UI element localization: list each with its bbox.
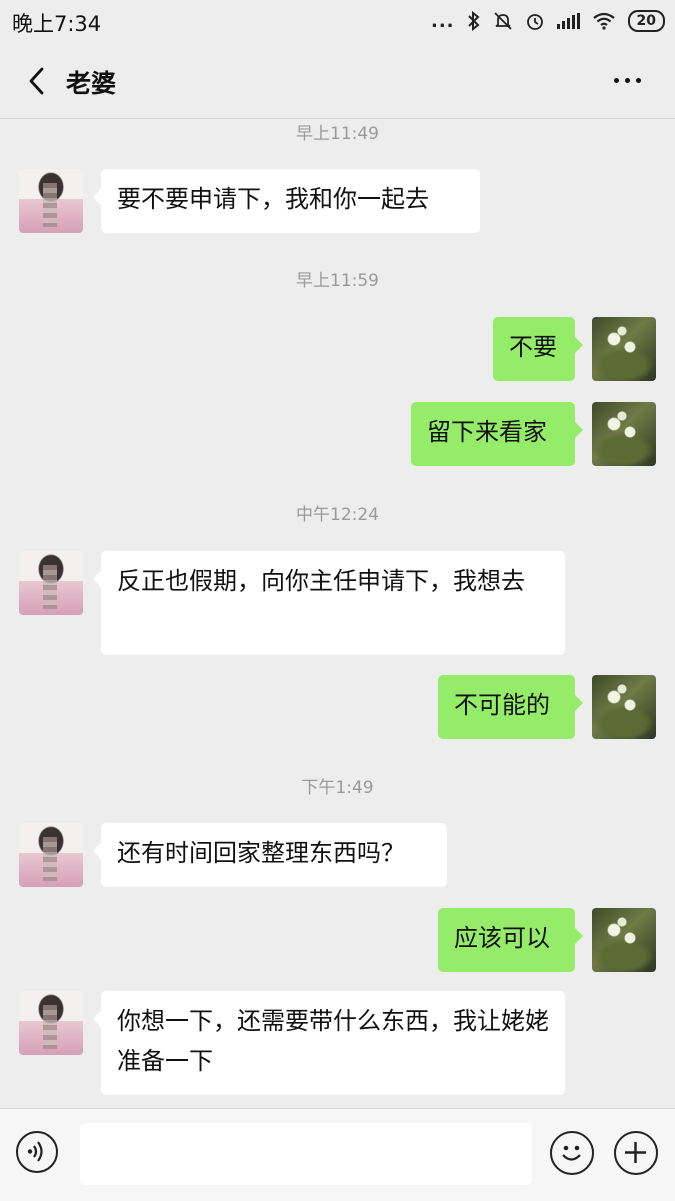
voice-icon[interactable] [16,1131,58,1173]
signal-dots: ... [431,10,455,32]
plus-icon[interactable] [614,1131,658,1175]
emoji-icon[interactable] [550,1131,594,1175]
chat-title: 老婆 [66,69,117,98]
message-input[interactable] [80,1123,532,1185]
signal-icon [556,13,580,29]
timestamp: 中午12:24 [296,505,379,525]
message-bubble[interactable]: 要不要申请下，我和你一起去 [93,169,480,233]
message-bubble[interactable]: 不要 [493,317,583,381]
status-time: 晚上7:34 [12,12,102,36]
chevron-left-icon[interactable] [22,64,56,98]
alarm-icon [526,14,543,30]
message-bubble[interactable]: 你想一下，还需要带什么东西，我让姥姥准备一下 [93,991,565,1095]
chat-messages[interactable]: 早上11:49 要不要申请下，我和你一起去 早上11:59 不要 留下来看家 中… [0,119,675,1108]
status-bar: 晚上7:34 ... 20 [0,0,675,44]
avatar[interactable] [19,991,83,1055]
message-bubble[interactable]: 不可能的 [438,675,583,739]
avatar[interactable] [19,823,83,887]
avatar[interactable] [592,675,656,739]
message-bubble[interactable]: 还有时间回家整理东西吗？ [93,823,447,887]
message-bubble[interactable]: 应该可以 [438,908,583,972]
more-dots-icon[interactable] [607,70,647,90]
avatar[interactable] [592,908,656,972]
status-icons: ... 20 [431,8,665,34]
timestamp: 下午1:49 [301,778,374,798]
avatar[interactable] [19,551,83,615]
message-bubble[interactable]: 留下来看家 [411,402,583,466]
avatar[interactable] [592,317,656,381]
timestamp: 早上11:59 [296,271,379,291]
battery-icon: 20 [627,10,665,32]
bluetooth-icon [467,11,480,31]
mute-icon [493,12,512,30]
input-bar [0,1108,675,1201]
wifi-icon [592,12,615,30]
timestamp: 早上11:49 [296,124,379,144]
avatar[interactable] [19,169,83,233]
avatar[interactable] [592,402,656,466]
chat-header: 老婆 [0,44,675,119]
message-bubble[interactable]: 反正也假期，向你主任申请下，我想去 [93,551,565,655]
